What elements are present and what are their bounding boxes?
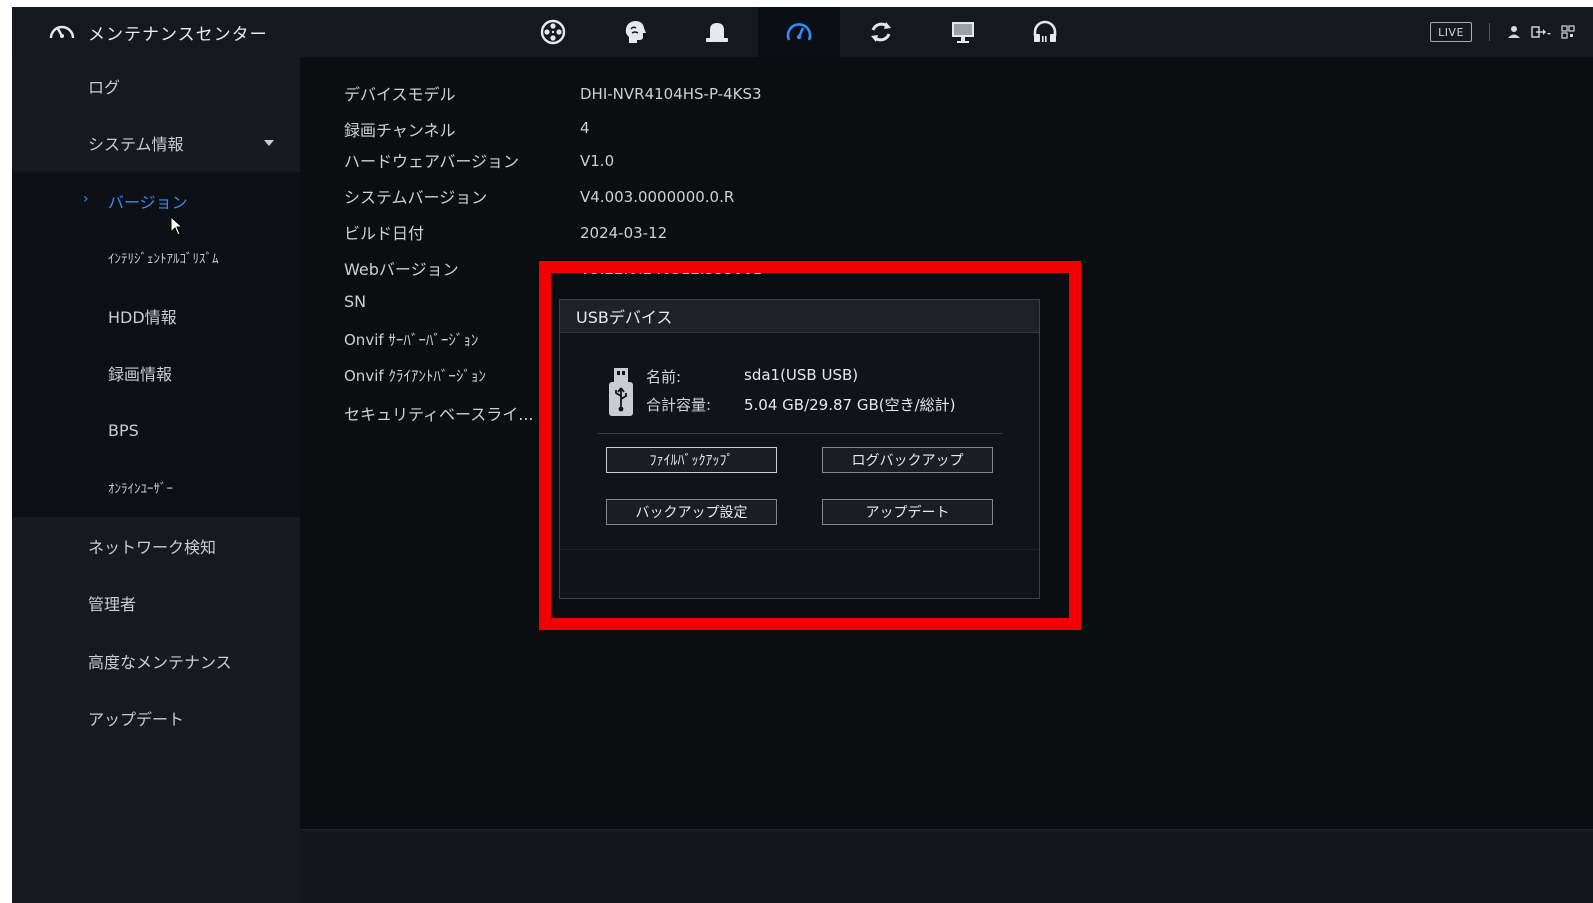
logout-icon[interactable] xyxy=(1530,21,1552,43)
usb-name-value: sda1(USB USB) xyxy=(744,366,859,384)
app-title: メンテナンスセンター xyxy=(88,24,268,45)
sidebar-item-intelligent-algorithm[interactable]: ｲﾝﾃﾘｼﾞｪﾝﾄｱﾙｺﾞﾘｽﾞﾑ xyxy=(12,229,300,286)
sidebar-item-label: アップデート xyxy=(88,709,185,729)
usb-name-label: 名前: xyxy=(646,368,682,386)
sidebar-item-label: 高度なメンテナンス xyxy=(88,652,232,672)
user-icon[interactable] xyxy=(1503,21,1525,43)
backup-settings-button[interactable]: バックアップ設定 xyxy=(606,499,777,525)
file-backup-button[interactable]: ﾌｧｲﾙﾊﾞｯｸｱｯﾌﾟ xyxy=(606,447,777,473)
value-web-version: V5.22.0.240312.553001 xyxy=(580,260,763,278)
sidebar-item-label: 録画情報 xyxy=(108,364,173,384)
monitor-icon[interactable] xyxy=(922,7,1004,57)
dialog-title: USBデバイス xyxy=(576,308,673,327)
alarm-bell-icon[interactable] xyxy=(676,7,758,57)
sidebar-item-label: BPS xyxy=(108,421,139,440)
sidebar-item-label: ｵﾝﾗｲﾝﾕｰｻﾞｰ xyxy=(108,482,173,497)
sidebar-item-label: ｲﾝﾃﾘｼﾞｪﾝﾄｱﾙｺﾞﾘｽﾞﾑ xyxy=(108,252,219,267)
label-sn: SN xyxy=(344,292,367,311)
value-hardware-version: V1.0 xyxy=(580,152,615,170)
value-build-date: 2024-03-12 xyxy=(580,224,668,242)
gauge-logo-icon xyxy=(48,19,76,45)
sidebar-item-update[interactable]: アップデート xyxy=(12,689,300,746)
sidebar-item-log[interactable]: ログ xyxy=(12,57,300,114)
usb-capacity-label: 合計容量: xyxy=(646,396,712,414)
caret-down-icon xyxy=(264,140,274,146)
top-divider xyxy=(1489,23,1490,41)
update-button[interactable]: アップデート xyxy=(822,499,993,525)
sidebar-item-label: ログ xyxy=(88,77,121,97)
sidebar-item-advanced-maintenance[interactable]: 高度なメンテナンス xyxy=(12,632,300,689)
sidebar-item-label: HDD情報 xyxy=(108,307,177,327)
sidebar-item-hdd-info[interactable]: HDD情報 xyxy=(12,287,300,344)
app-title-area: メンテナンスセンター xyxy=(48,7,268,57)
dialog-divider xyxy=(598,433,1002,434)
label-record-channel: 録画チャンネル xyxy=(344,121,456,140)
label-onvif-client-version: Onvif ｸﾗｲｱﾝﾄﾊﾞｰｼﾞｮﾝ xyxy=(344,367,486,385)
value-device-model: DHI-NVR4104HS-P-4KS3 xyxy=(580,85,762,103)
sidebar-item-version[interactable]: › バージョン xyxy=(12,172,300,229)
brain-icon[interactable] xyxy=(594,7,676,57)
sidebar-item-label: バージョン xyxy=(108,192,188,212)
sidebar-item-network-check[interactable]: ネットワーク検知 xyxy=(12,517,300,574)
usb-drive-icon xyxy=(607,366,635,424)
label-web-version: Webバージョン xyxy=(344,260,459,279)
gauge-icon[interactable] xyxy=(758,7,840,57)
label-device-model: デバイスモデル xyxy=(344,85,456,104)
mouse-cursor-icon xyxy=(170,215,184,240)
live-button[interactable]: LIVE xyxy=(1430,22,1472,42)
sidebar-item-bps[interactable]: BPS xyxy=(12,402,300,459)
label-build-date: ビルド日付 xyxy=(344,224,425,243)
qr-code-icon[interactable] xyxy=(1557,21,1579,43)
content-footer xyxy=(300,829,1593,903)
headset-icon[interactable] xyxy=(1004,7,1086,57)
label-security-baseline: セキュリティベースライ... xyxy=(344,405,534,424)
sidebar-item-label: 管理者 xyxy=(88,594,137,614)
sidebar: ログ システム情報 › バージョン ｲﾝﾃﾘｼﾞｪﾝﾄｱﾙｺﾞﾘｽﾞﾑ HDD情… xyxy=(12,57,300,903)
value-record-channel: 4 xyxy=(580,119,590,137)
dialog-footer-divider xyxy=(560,549,1039,550)
label-hardware-version: ハードウェアバージョン xyxy=(344,152,520,171)
value-system-version: V4.003.0000000.0.R xyxy=(580,188,735,206)
sidebar-item-online-users[interactable]: ｵﾝﾗｲﾝﾕｰｻﾞｰ xyxy=(12,459,300,516)
sync-icon[interactable] xyxy=(840,7,922,57)
sidebar-item-label: ネットワーク検知 xyxy=(88,537,217,557)
top-bar: メンテナンスセンター LIVE xyxy=(12,7,1593,58)
label-system-version: システムバージョン xyxy=(344,188,488,207)
label-onvif-server-version: Onvif ｻｰﾊﾞｰﾊﾞｰｼﾞｮﾝ xyxy=(344,331,479,349)
app-window: メンテナンスセンター LIVE ログ システム情報 › バージョン ｲﾝﾃﾘｼﾞ… xyxy=(12,7,1593,903)
chevron-right-icon: › xyxy=(83,191,89,207)
dialog-header: USBデバイス xyxy=(560,300,1039,333)
usb-capacity-value: 5.04 GB/29.87 GB(空き/総計) xyxy=(744,396,956,414)
sidebar-item-system-info[interactable]: システム情報 xyxy=(12,114,300,171)
log-backup-button[interactable]: ログバックアップ xyxy=(822,447,993,473)
usb-device-dialog: USBデバイス 名前: sda1(USB USB) 合計容量: 5.04 GB/… xyxy=(559,299,1040,599)
sidebar-item-record-info[interactable]: 録画情報 xyxy=(12,344,300,401)
sidebar-item-label: システム情報 xyxy=(88,134,184,154)
sidebar-item-admin[interactable]: 管理者 xyxy=(12,574,300,631)
film-reel-icon[interactable] xyxy=(512,7,594,57)
